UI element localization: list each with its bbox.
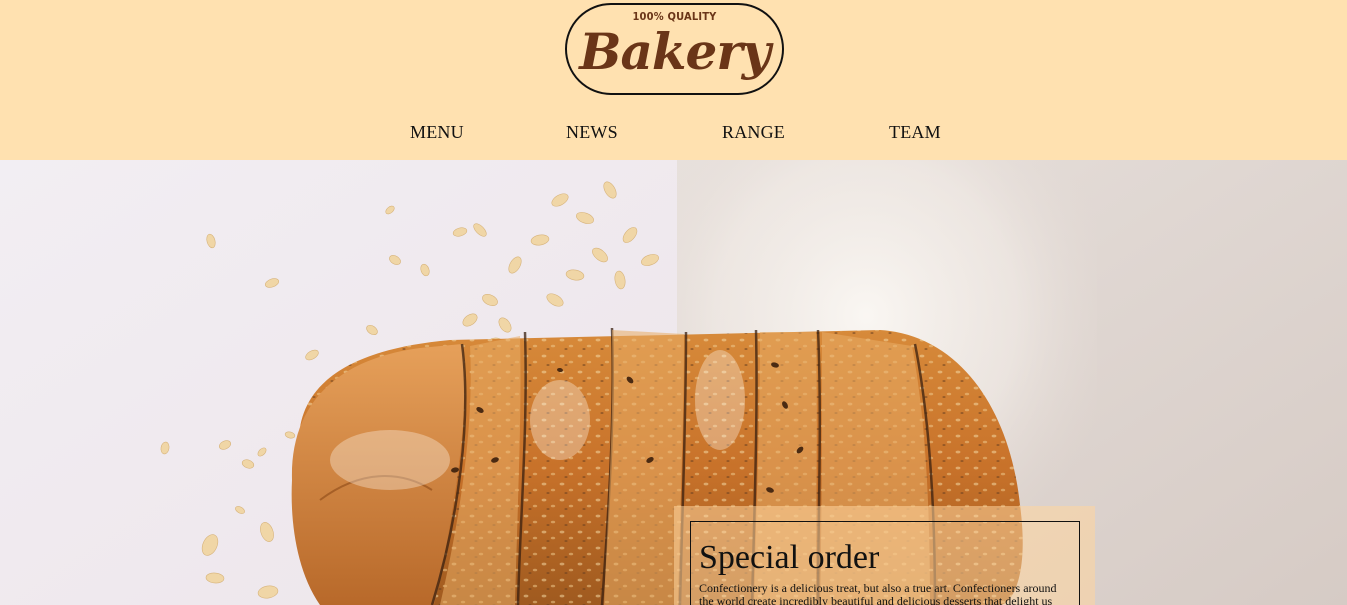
- logo-wordmark: Bakery: [579, 22, 771, 81]
- site-header: 100% QUALITY Bakery MENU NEWS RANGE TEAM: [0, 0, 1347, 160]
- special-order-title: Special order: [699, 539, 880, 576]
- nav-link-team[interactable]: TEAM: [889, 121, 941, 143]
- nav-link-menu[interactable]: MENU: [410, 121, 464, 143]
- bakery-logo[interactable]: 100% QUALITY Bakery: [565, 3, 784, 95]
- special-order-frame: Special order Confectionery is a delicio…: [690, 521, 1080, 605]
- hero-section: Special order Confectionery is a delicio…: [0, 160, 1347, 605]
- nav-link-news[interactable]: NEWS: [566, 121, 618, 143]
- special-order-card: Special order Confectionery is a delicio…: [674, 506, 1095, 605]
- nav-link-range[interactable]: RANGE: [722, 121, 785, 143]
- special-order-text: Confectionery is a delicious treat, but …: [699, 581, 1057, 605]
